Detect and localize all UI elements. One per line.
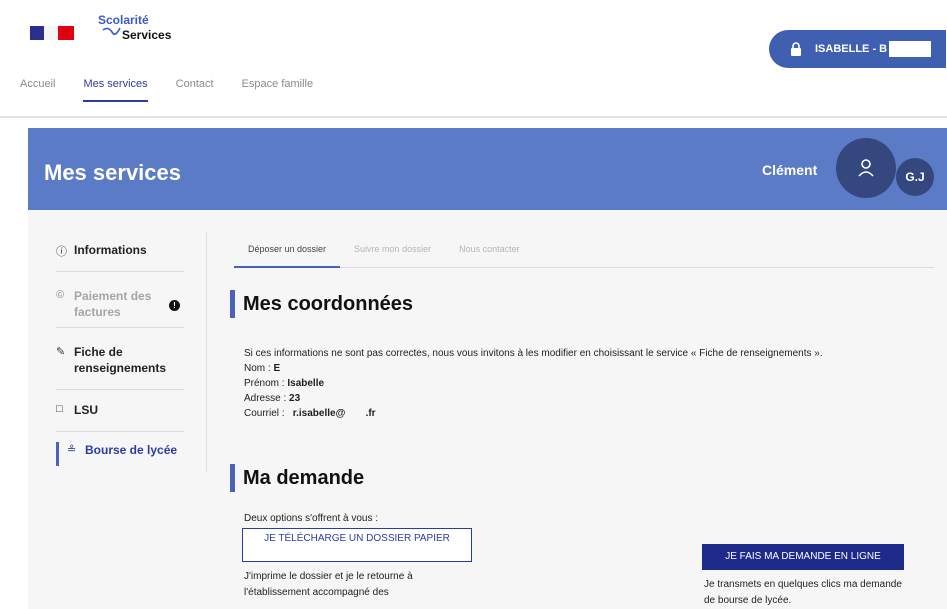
sidebar-item-label: Paiement des factures [74, 289, 152, 319]
section-demande: Ma demande [230, 464, 364, 492]
section-coordonnees: Mes coordonnées [230, 290, 413, 318]
sidebar-item-informations[interactable]: ⓘ Informations [56, 242, 184, 272]
lock-icon [791, 42, 801, 56]
tab-deposer[interactable]: Déposer un dossier [234, 232, 341, 268]
option1-text-line1: J'imprime le dossier et je le retourne à [244, 571, 413, 582]
download-paper-button[interactable]: JE TÉLÉCHARGE UN DOSSIER PAPIER [242, 528, 472, 562]
alert-badge: ! [169, 300, 180, 311]
child-initials-avatar[interactable]: G.J [896, 158, 934, 196]
online-request-button[interactable]: JE FAIS MA DEMANDE EN LIGNE [702, 544, 904, 570]
sidebar-item-lsu[interactable]: □ LSU [56, 402, 184, 432]
tab-bar: Déposer un dossier Suivre mon dossier No… [234, 232, 934, 268]
sidebar-item-paiement[interactable]: © Paiement des factures ! [56, 288, 184, 328]
nav-mes-services[interactable]: Mes services [83, 78, 148, 102]
redacted-block [889, 41, 932, 57]
coordonnees-intro: Si ces informations ne sont pas correcte… [244, 348, 823, 359]
nav-espace-famille[interactable]: Espace famille [242, 78, 314, 102]
field-nom: Nom : E [244, 362, 280, 375]
info-icon: ⓘ [56, 246, 67, 258]
child-name: Clément [762, 162, 818, 178]
nav-contact[interactable]: Contact [176, 78, 214, 102]
main-area: ⓘ Informations © Paiement des factures !… [28, 210, 947, 609]
field-label: Adresse : [244, 393, 287, 404]
sidebar-divider [206, 232, 207, 472]
accent-bar [230, 290, 235, 318]
option1-text-line2: l'établissement accompagné des [244, 587, 389, 598]
page-banner: Mes services Clément G.J [28, 128, 947, 210]
option2-text-line2: de bourse de lycée. [704, 595, 792, 606]
field-value: E [273, 363, 281, 374]
main-nav: Accueil Mes services Contact Espace fami… [20, 78, 341, 102]
tab-suivre[interactable]: Suivre mon dossier [340, 232, 445, 268]
field-label: Nom : [244, 363, 271, 374]
people-icon: ≗ [67, 444, 77, 456]
field-courriel: Courriel : r.isabelle@ .fr [244, 407, 376, 420]
french-flag-logo [30, 26, 74, 40]
option2-text-line1: Je transmets en quelques clics ma demand… [704, 579, 902, 590]
sidebar-item-fiche[interactable]: ✎ Fiche de renseignements [56, 344, 184, 390]
user-account-button[interactable]: ISABELLE - B [769, 30, 946, 68]
sidebar-item-bourse[interactable]: ≗ Bourse de lycée [56, 442, 184, 466]
nav-accueil[interactable]: Accueil [20, 78, 55, 102]
field-value: 23 [289, 393, 301, 404]
field-adresse: Adresse : 23 [244, 392, 300, 405]
edit-icon: ✎ [56, 346, 66, 358]
field-prenom: Prénom : Isabelle [244, 377, 324, 390]
logo-scolarite: Scolarité [98, 13, 149, 27]
logo-swirl-icon [102, 27, 121, 36]
sidebar-item-label: LSU [74, 403, 98, 417]
child-avatar[interactable] [836, 138, 896, 198]
field-value: r.isabelle@ [292, 408, 346, 419]
logo-services: Services [122, 28, 172, 42]
page-title: Mes services [44, 160, 181, 185]
field-label: Courriel : [244, 408, 285, 419]
site-header: Scolarité Services Accueil Mes services … [0, 0, 947, 118]
sidebar-item-label: Bourse de lycée [85, 443, 178, 457]
tab-contacter[interactable]: Nous contacter [445, 232, 534, 268]
book-icon: □ [56, 403, 63, 415]
demande-intro: Deux options s'offrent à vous : [244, 513, 379, 524]
euro-icon: © [56, 289, 65, 301]
section-title: Ma demande [243, 466, 365, 489]
accent-bar [230, 464, 235, 492]
user-name: ISABELLE - B [815, 43, 888, 55]
field-value: Isabelle [287, 378, 325, 389]
field-value: .fr [365, 408, 376, 419]
section-title: Mes coordonnées [243, 292, 414, 315]
field-label: Prénom : [244, 378, 285, 389]
sidebar-item-label: Fiche de renseignements [74, 345, 167, 375]
sidebar-item-label: Informations [74, 243, 147, 257]
person-icon [858, 159, 874, 177]
